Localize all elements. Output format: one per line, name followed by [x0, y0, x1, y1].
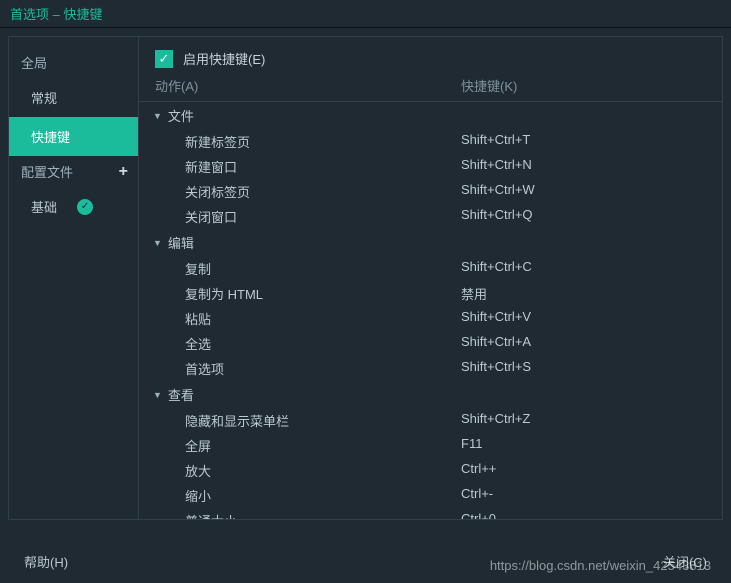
group-header[interactable]: ▼ 文件 [139, 102, 722, 129]
key-label: Shift+Ctrl+V [461, 309, 531, 328]
check-icon: ✓ [77, 199, 93, 215]
sidebar-item-shortcuts[interactable]: 快捷键 [9, 117, 138, 156]
action-label: 新建标签页 [139, 132, 461, 151]
key-label: Shift+Ctrl+Z [461, 411, 530, 430]
key-label: Shift+Ctrl+Q [461, 207, 533, 226]
add-profile-icon[interactable]: + [119, 163, 128, 181]
key-label: Ctrl+0 [461, 511, 496, 519]
shortcut-row[interactable]: 全选Shift+Ctrl+A [139, 331, 722, 356]
profile-label: 基础 [31, 197, 57, 216]
key-label: F11 [461, 436, 482, 455]
close-button[interactable]: 关闭(C) [663, 552, 707, 571]
shortcut-row[interactable]: 普通大小Ctrl+0 [139, 508, 722, 519]
sidebar-item-base-profile[interactable]: 基础 ✓ [9, 187, 138, 226]
action-label: 关闭窗口 [139, 207, 461, 226]
key-label: Ctrl+- [461, 486, 493, 505]
shortcut-row[interactable]: 隐藏和显示菜单栏Shift+Ctrl+Z [139, 408, 722, 433]
action-label: 普通大小 [139, 511, 461, 519]
action-label: 首选项 [139, 359, 461, 378]
shortcut-row[interactable]: 放大Ctrl++ [139, 458, 722, 483]
column-headers: 动作(A) 快捷键(K) [139, 76, 722, 101]
shortcut-row[interactable]: 全屏F11 [139, 433, 722, 458]
group-label: 文件 [168, 106, 194, 125]
window-title: 首选项 – 快捷键 [0, 0, 731, 28]
group-label: 查看 [168, 385, 194, 404]
key-label: Shift+Ctrl+W [461, 182, 535, 201]
content-area: 全局 常规 快捷键 配置文件 + 基础 ✓ ✓ 启用快捷键(E) 动作(A) 快… [0, 28, 731, 528]
help-button[interactable]: 帮助(H) [24, 552, 68, 571]
group-label: 编辑 [168, 233, 194, 252]
group-header[interactable]: ▼ 查看 [139, 381, 722, 408]
shortcuts-tree[interactable]: ▼文件新建标签页Shift+Ctrl+T新建窗口Shift+Ctrl+N关闭标签… [139, 101, 722, 519]
key-label: 禁用 [461, 284, 487, 303]
dialog-footer: 帮助(H) 关闭(C) [0, 539, 731, 583]
action-label: 复制为 HTML [139, 284, 461, 303]
key-label: Ctrl++ [461, 461, 496, 480]
key-label: Shift+Ctrl+A [461, 334, 531, 353]
action-label: 复制 [139, 259, 461, 278]
shortcut-row[interactable]: 关闭窗口Shift+Ctrl+Q [139, 204, 722, 229]
action-label: 放大 [139, 461, 461, 480]
sidebar-section-profiles: 配置文件 + [9, 156, 138, 187]
action-label: 新建窗口 [139, 157, 461, 176]
shortcut-row[interactable]: 缩小Ctrl+- [139, 483, 722, 508]
main-panel: ✓ 启用快捷键(E) 动作(A) 快捷键(K) ▼文件新建标签页Shift+Ct… [138, 36, 723, 520]
enable-row: ✓ 启用快捷键(E) [139, 37, 722, 76]
chevron-down-icon: ▼ [153, 238, 162, 248]
group-header[interactable]: ▼ 编辑 [139, 229, 722, 256]
shortcut-row[interactable]: 新建窗口Shift+Ctrl+N [139, 154, 722, 179]
action-label: 粘贴 [139, 309, 461, 328]
profiles-label: 配置文件 [21, 162, 73, 181]
action-label: 全选 [139, 334, 461, 353]
action-label: 关闭标签页 [139, 182, 461, 201]
shortcut-row[interactable]: 复制Shift+Ctrl+C [139, 256, 722, 281]
key-label: Shift+Ctrl+S [461, 359, 531, 378]
column-key[interactable]: 快捷键(K) [461, 76, 722, 95]
key-label: Shift+Ctrl+N [461, 157, 532, 176]
action-label: 缩小 [139, 486, 461, 505]
enable-label: 启用快捷键(E) [183, 49, 265, 68]
sidebar: 全局 常规 快捷键 配置文件 + 基础 ✓ [8, 36, 138, 520]
shortcut-row[interactable]: 复制为 HTML禁用 [139, 281, 722, 306]
chevron-down-icon: ▼ [153, 111, 162, 121]
shortcut-row[interactable]: 粘贴Shift+Ctrl+V [139, 306, 722, 331]
enable-checkbox[interactable]: ✓ [155, 50, 173, 68]
action-label: 隐藏和显示菜单栏 [139, 411, 461, 430]
key-label: Shift+Ctrl+C [461, 259, 532, 278]
sidebar-item-general[interactable]: 常规 [9, 78, 138, 117]
shortcut-row[interactable]: 首选项Shift+Ctrl+S [139, 356, 722, 381]
key-label: Shift+Ctrl+T [461, 132, 530, 151]
chevron-down-icon: ▼ [153, 390, 162, 400]
column-action[interactable]: 动作(A) [139, 76, 461, 95]
sidebar-section-global: 全局 [9, 47, 138, 78]
shortcut-row[interactable]: 关闭标签页Shift+Ctrl+W [139, 179, 722, 204]
shortcut-row[interactable]: 新建标签页Shift+Ctrl+T [139, 129, 722, 154]
action-label: 全屏 [139, 436, 461, 455]
